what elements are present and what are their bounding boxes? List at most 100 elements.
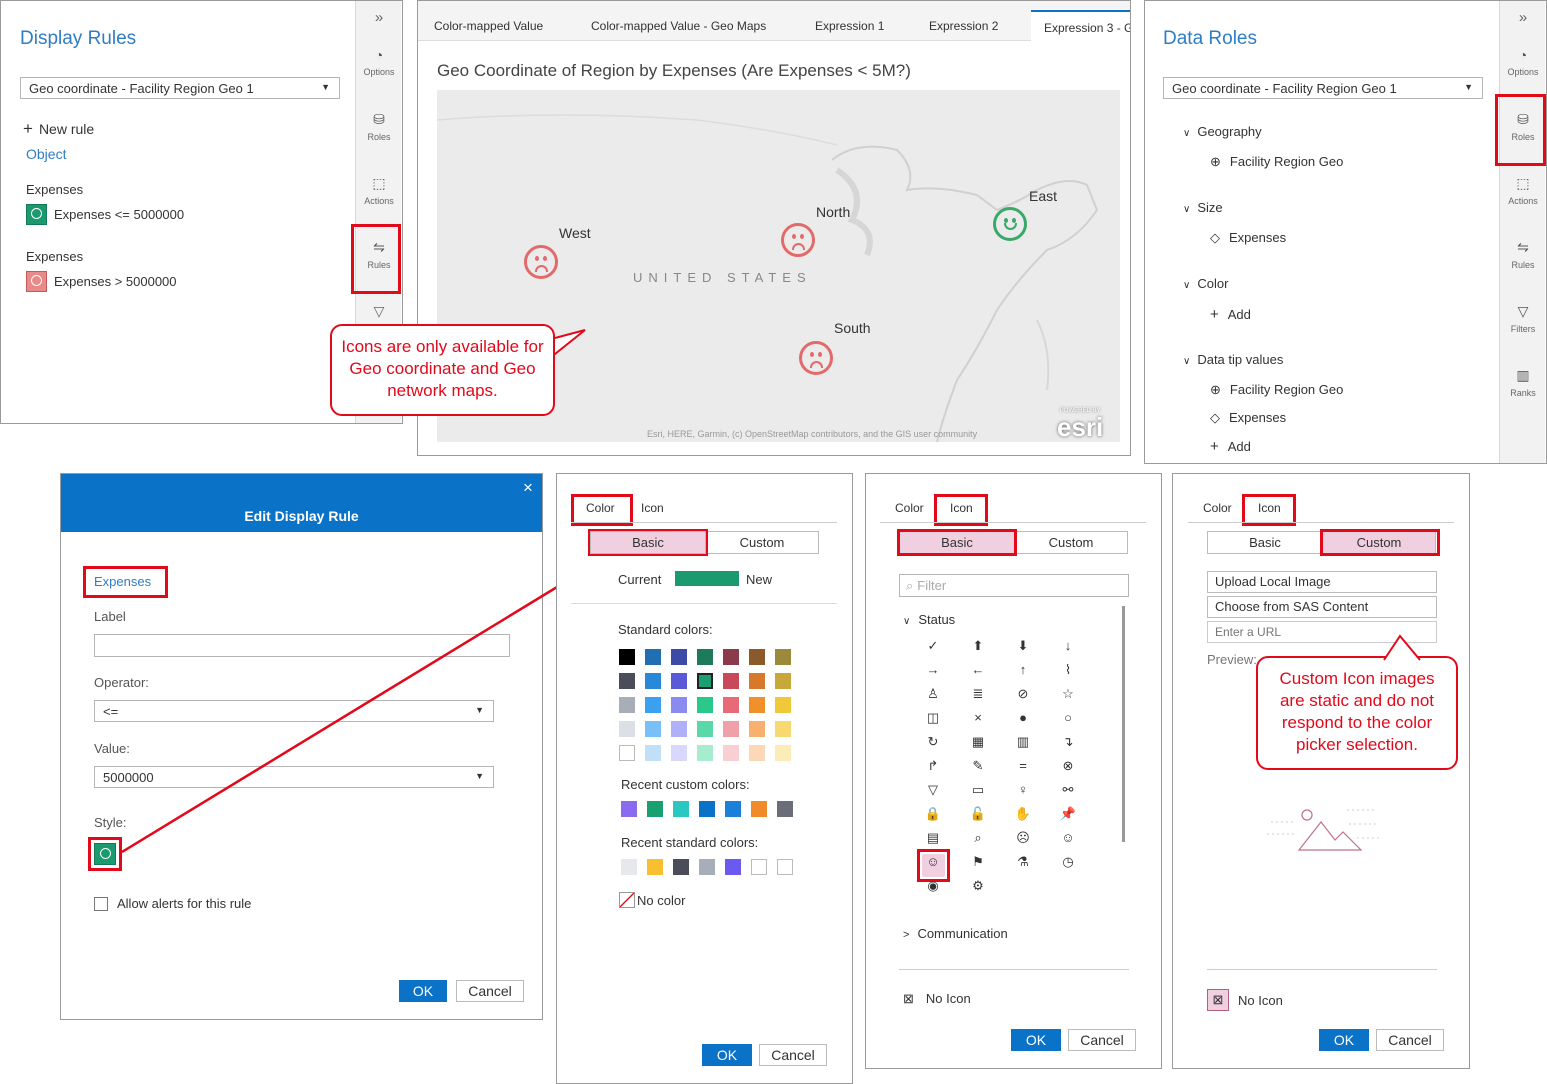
standard-color-swatch[interactable] (645, 697, 661, 713)
size-item[interactable]: ◇ Expenses (1210, 230, 1286, 246)
tab-color-mapped-geo[interactable]: Color-mapped Value - Geo Maps (591, 19, 766, 33)
east-smile-icon[interactable] (993, 207, 1027, 241)
recent-standard-swatch[interactable] (647, 859, 663, 875)
standard-color-swatch[interactable] (749, 745, 765, 761)
standard-color-swatch[interactable] (645, 721, 661, 737)
new-rule-button[interactable]: + New rule (23, 119, 94, 139)
standard-color-swatch[interactable] (775, 745, 791, 761)
geography-section[interactable]: ∨ Geography (1183, 124, 1262, 139)
standard-color-swatch[interactable] (723, 673, 739, 689)
status-icon-option[interactable]: ◷ (1059, 854, 1077, 870)
status-icon-option[interactable]: ▭ (969, 782, 987, 798)
recent-custom-swatch[interactable] (621, 801, 637, 817)
standard-color-swatch[interactable] (645, 745, 661, 761)
color-add-button[interactable]: + Add (1210, 306, 1251, 323)
standard-color-swatch[interactable] (723, 721, 739, 737)
alerts-checkbox[interactable]: Allow alerts for this rule (94, 896, 251, 911)
status-icon-option[interactable]: × (969, 710, 987, 725)
data-tip-item-1[interactable]: ⊕ Facility Region Geo (1210, 382, 1343, 398)
standard-color-swatch[interactable] (645, 673, 661, 689)
cancel-button[interactable]: Cancel (759, 1044, 827, 1066)
status-icon-option[interactable]: ☺ (1059, 830, 1077, 845)
standard-color-swatch[interactable] (775, 697, 791, 713)
north-frown-icon[interactable] (781, 223, 815, 257)
ranks-tab[interactable]: ▥ Ranks (1500, 367, 1546, 398)
options-tab[interactable]: ◔ Options (1500, 47, 1546, 77)
standard-color-swatch[interactable] (775, 649, 791, 665)
color-section[interactable]: ∨ Color (1183, 276, 1228, 291)
rule1[interactable]: Expenses <= 5000000 (26, 204, 184, 225)
standard-color-swatch[interactable] (697, 721, 713, 737)
status-icon-option[interactable]: ✓ (924, 638, 942, 654)
standard-color-swatch[interactable] (619, 649, 635, 665)
basic-segment[interactable]: Basic (1207, 531, 1323, 554)
geography-item[interactable]: ⊕ Facility Region Geo (1210, 154, 1343, 170)
options-tab[interactable]: ◔ Options (356, 47, 402, 77)
size-section[interactable]: ∨ Size (1183, 200, 1223, 215)
data-tip-section[interactable]: ∨ Data tip values (1183, 352, 1283, 367)
recent-standard-swatch[interactable] (725, 859, 741, 875)
filters-tab[interactable]: ▽ Filters (1500, 303, 1546, 334)
status-icon-option[interactable]: ▽ (924, 782, 942, 798)
choose-sas-content-button[interactable]: Choose from SAS Content (1207, 596, 1437, 618)
communication-group[interactable]: > Communication (903, 926, 1008, 941)
recent-custom-swatch[interactable] (673, 801, 689, 817)
status-icon-option[interactable]: ↱ (924, 758, 942, 774)
standard-color-swatch[interactable] (697, 673, 713, 689)
status-icon-option[interactable]: ▦ (969, 734, 987, 750)
status-icon-option[interactable]: ↑ (1014, 662, 1032, 677)
status-icon-option[interactable]: ↓ (1059, 638, 1077, 653)
standard-color-swatch[interactable] (697, 649, 713, 665)
standard-color-swatch[interactable] (619, 721, 635, 737)
recent-standard-swatch[interactable] (777, 859, 793, 875)
standard-color-swatch[interactable] (671, 649, 687, 665)
tab-expression-3[interactable]: Expression 3 - G (1031, 10, 1130, 42)
recent-standard-swatch[interactable] (699, 859, 715, 875)
status-icon-option[interactable]: ✎ (969, 758, 987, 774)
standard-color-swatch[interactable] (671, 697, 687, 713)
rules-tab[interactable]: ⇋ Rules (1500, 239, 1546, 270)
west-frown-icon[interactable] (524, 245, 558, 279)
standard-color-swatch[interactable] (749, 673, 765, 689)
status-icon-option[interactable]: ⌇ (1059, 662, 1077, 678)
status-icon-option[interactable]: ⚙ (969, 878, 987, 894)
status-icon-option[interactable]: ♙ (924, 686, 942, 702)
recent-custom-swatch[interactable] (699, 801, 715, 817)
upload-local-image-button[interactable]: Upload Local Image (1207, 571, 1437, 593)
standard-color-swatch[interactable] (697, 745, 713, 761)
standard-color-swatch[interactable] (671, 673, 687, 689)
status-icon-option[interactable]: ≣ (969, 686, 987, 702)
status-icon-option[interactable]: ☺ (924, 854, 942, 869)
tab-expression-2[interactable]: Expression 2 (929, 19, 998, 33)
tab-expression-1[interactable]: Expression 1 (815, 19, 884, 33)
ok-button[interactable]: OK (1011, 1029, 1061, 1051)
status-icon-option[interactable]: ✋ (1014, 806, 1032, 822)
data-tip-add-button[interactable]: + Add (1210, 438, 1251, 455)
close-icon[interactable]: × (523, 478, 533, 498)
data-roles-object-dropdown[interactable]: Geo coordinate - Facility Region Geo 1 ▼ (1163, 77, 1483, 99)
status-icon-option[interactable]: ● (1014, 710, 1032, 725)
recent-custom-swatch[interactable] (725, 801, 741, 817)
status-icon-option[interactable]: ↻ (924, 734, 942, 750)
status-icon-option[interactable]: ◫ (924, 710, 942, 726)
recent-standard-swatch[interactable] (751, 859, 767, 875)
standard-color-swatch[interactable] (697, 697, 713, 713)
filter-input[interactable]: ⌕ Filter (899, 574, 1129, 597)
roles-tab[interactable]: ⛁ Roles (356, 111, 402, 142)
status-icon-option[interactable]: ♀ (1014, 782, 1032, 797)
custom-segment[interactable]: Custom (1014, 531, 1128, 554)
status-icon-option[interactable]: ▥ (1014, 734, 1032, 750)
data-tip-item-2[interactable]: ◇ Expenses (1210, 410, 1286, 426)
standard-color-swatch[interactable] (723, 745, 739, 761)
no-icon-option[interactable]: ⊠ No Icon (1207, 989, 1283, 1011)
standard-color-swatch[interactable] (619, 745, 635, 761)
expand-button[interactable]: » (1500, 9, 1546, 26)
rule2[interactable]: Expenses > 5000000 (26, 271, 177, 292)
cancel-button[interactable]: Cancel (1068, 1029, 1136, 1051)
status-icon-option[interactable]: 🔒 (924, 806, 942, 822)
status-icon-option[interactable]: ↴ (1059, 734, 1077, 750)
actions-tab[interactable]: ⬚ Actions (1500, 175, 1546, 206)
object-dropdown[interactable]: Geo coordinate - Facility Region Geo 1 ▼ (20, 77, 340, 99)
status-icon-option[interactable]: ▤ (924, 830, 942, 846)
status-icon-option[interactable]: ⬇ (1014, 638, 1032, 654)
